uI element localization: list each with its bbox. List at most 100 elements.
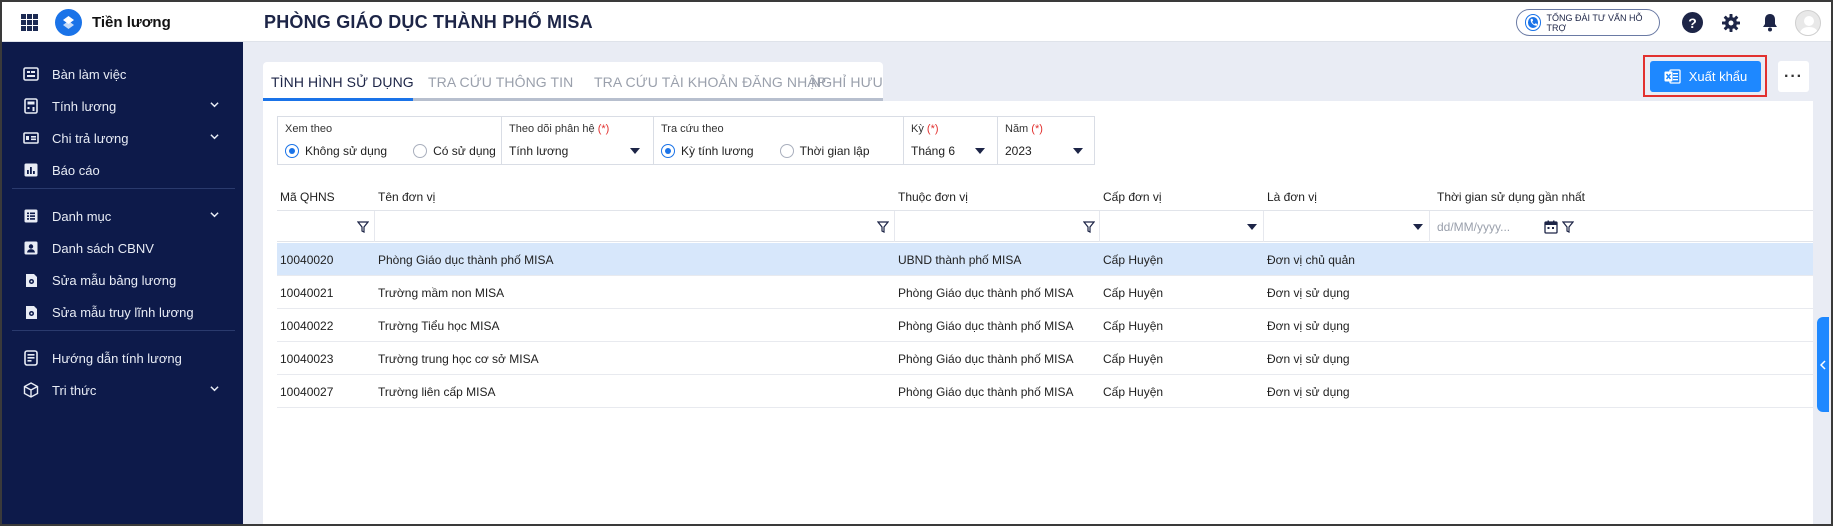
export-button[interactable]: Xuất khẩu	[1650, 61, 1761, 92]
chevron-down-icon	[210, 102, 219, 108]
sidebar-item-employee-list[interactable]: Danh sách CBNV	[2, 232, 243, 264]
cube-icon	[23, 382, 39, 398]
hotline-button[interactable]: TỔNG ĐÀI TƯ VẤN HỖ TRỢ	[1516, 9, 1660, 36]
sidebar-divider	[12, 330, 235, 331]
filter-cell-unit-name[interactable]	[375, 211, 895, 242]
cell-parent-unit: Phòng Giáo dục thành phố MISA	[898, 319, 1074, 333]
main-content: TÌNH HÌNH SỬ DỤNG TRA CỨU THÔNG TIN TRA …	[243, 42, 1831, 524]
funnel-icon[interactable]	[877, 221, 889, 233]
sidebar-item-label: Sửa mẫu truy lĩnh lương	[52, 304, 194, 320]
chevron-down-icon	[210, 212, 219, 218]
funnel-icon[interactable]	[357, 221, 369, 233]
sidebar-item-catalog[interactable]: Danh mục	[2, 200, 243, 232]
tab-login-account-lookup[interactable]: TRA CỨU TÀI KHOẢN ĐĂNG NHẬP	[594, 62, 826, 101]
sidebar-item-knowledge[interactable]: Tri thức	[2, 374, 243, 406]
sidebar-item-salary-payment[interactable]: Chi trả lương	[2, 122, 243, 154]
cell-unit-type: Đơn vị sử dụng	[1267, 286, 1350, 300]
filter-module[interactable]: Theo dõi phân hệ (*) Tính lương	[502, 117, 654, 164]
radio-circle	[779, 144, 794, 158]
cell-code: 10040023	[280, 352, 334, 366]
cell-unit-level: Cấp Huyện	[1103, 352, 1164, 366]
column-header-code[interactable]: Mã QHNS	[280, 190, 335, 204]
tab-info-lookup[interactable]: TRA CỨU THÔNG TIN	[428, 62, 573, 101]
filter-period[interactable]: Kỳ (*) Tháng 6	[904, 117, 998, 164]
user-avatar[interactable]	[1795, 10, 1821, 36]
app-window: Tiền lương PHÒNG GIÁO DỤC THÀNH PHỐ MISA…	[0, 0, 1833, 526]
sidebar-item-label: Tri thức	[52, 382, 97, 398]
funnel-icon[interactable]	[1562, 221, 1574, 233]
sidebar-item-label: Hướng dẫn tính lương	[52, 350, 182, 366]
app-grid-icon[interactable]	[21, 14, 38, 31]
cell-parent-unit: Phòng Giáo dục thành phố MISA	[898, 286, 1074, 300]
cell-code: 10040021	[280, 286, 334, 300]
table-row[interactable]: 10040022 Trường Tiểu học MISA Phòng Giáo…	[277, 309, 1813, 342]
sidebar-item-desktop[interactable]: Bàn làm việc	[2, 58, 243, 90]
filter-cell-unit-level[interactable]	[1100, 211, 1264, 242]
radio-pay-period[interactable]: Kỳ tính lương	[661, 144, 754, 158]
filter-year[interactable]: Năm (*) 2023	[998, 117, 1094, 164]
filter-cell-code[interactable]	[277, 211, 375, 242]
sidebar-item-label: Báo cáo	[52, 162, 100, 178]
caret-down-icon	[1413, 224, 1423, 230]
sidebar-item-edit-payroll-template[interactable]: Sửa mẫu bảng lương	[2, 264, 243, 296]
column-header-unit-level[interactable]: Cấp đơn vị	[1103, 190, 1162, 204]
calculator-icon	[23, 98, 39, 114]
radio-used[interactable]: Có sử dụng	[413, 144, 496, 158]
lookup-by-radio-group: Kỳ tính lương Thời gian lập	[661, 144, 870, 158]
collapse-panel-handle[interactable]	[1817, 317, 1829, 412]
radio-created-time[interactable]: Thời gian lập	[779, 144, 870, 158]
filter-label: Tra cứu theo	[661, 123, 724, 135]
filter-cell-last-used[interactable]: dd/MM/yyyy...	[1430, 211, 1576, 242]
list-icon	[23, 208, 39, 224]
gear-icon[interactable]	[1720, 12, 1741, 33]
calendar-icon[interactable]	[1544, 220, 1558, 234]
tab-retirement[interactable]: NGHỈ HƯU	[811, 62, 883, 101]
cell-code: 10040022	[280, 319, 334, 333]
cell-code: 10040027	[280, 385, 334, 399]
table-row[interactable]: 10040020 Phòng Giáo dục thành phố MISA U…	[277, 243, 1813, 276]
column-header-last-used[interactable]: Thời gian sử dụng gần nhất	[1437, 190, 1585, 204]
template-icon	[23, 272, 39, 288]
filter-cell-unit-type[interactable]	[1264, 211, 1430, 242]
filter-label: Theo dõi phân hệ (*)	[509, 123, 646, 135]
template-icon	[23, 304, 39, 320]
sidebar-item-payroll[interactable]: Tính lương	[2, 90, 243, 122]
chevron-down-icon	[210, 386, 219, 392]
more-options-button[interactable]: ···	[1778, 61, 1809, 92]
table-row[interactable]: 10040021 Trường mầm non MISA Phòng Giáo …	[277, 276, 1813, 309]
filter-label-text: Năm	[1005, 123, 1029, 135]
radio-circle	[661, 144, 675, 158]
caret-down-icon	[1247, 224, 1257, 230]
radio-label: Kỳ tính lương	[681, 144, 754, 158]
cell-unit-name: Trường trung học cơ sở MISA	[378, 352, 539, 366]
cell-unit-level: Cấp Huyện	[1103, 286, 1164, 300]
sidebar-item-label: Tính lương	[52, 98, 117, 114]
radio-circle	[413, 144, 428, 158]
radio-not-used[interactable]: Không sử dụng	[285, 144, 387, 158]
tab-usage-status[interactable]: TÌNH HÌNH SỬ DỤNG	[271, 62, 414, 101]
employee-card-icon	[23, 240, 39, 256]
sidebar-item-label: Sửa mẫu bảng lương	[52, 272, 177, 288]
organization-title: PHÒNG GIÁO DỤC THÀNH PHỐ MISA	[264, 12, 593, 32]
radio-label: Có sử dụng	[433, 144, 496, 158]
funnel-icon[interactable]	[1083, 221, 1095, 233]
table-row[interactable]: 10040027 Trường liên cấp MISA Phòng Giáo…	[277, 375, 1813, 408]
bell-icon[interactable]	[1759, 12, 1780, 33]
sidebar-divider	[12, 188, 235, 189]
cell-unit-level: Cấp Huyện	[1103, 319, 1164, 333]
table-row[interactable]: 10040023 Trường trung học cơ sở MISA Phò…	[277, 342, 1813, 375]
sidebar-item-reports[interactable]: Báo cáo	[2, 154, 243, 186]
filter-lookup-by: Tra cứu theo Kỳ tính lương Thời gian lập	[654, 117, 904, 164]
more-icon: ···	[1784, 67, 1803, 85]
misa-logo-icon	[55, 9, 82, 36]
help-glyph: ?	[1688, 14, 1697, 31]
filter-cell-parent-unit[interactable]	[895, 211, 1100, 242]
sidebar-item-payroll-guide[interactable]: Hướng dẫn tính lương	[2, 342, 243, 374]
column-header-unit-name[interactable]: Tên đơn vị	[378, 190, 435, 204]
column-header-unit-type[interactable]: Là đơn vị	[1267, 190, 1317, 204]
sidebar-item-edit-backpay-template[interactable]: Sửa mẫu truy lĩnh lương	[2, 296, 243, 328]
help-icon[interactable]: ?	[1682, 12, 1703, 33]
column-header-parent-unit[interactable]: Thuộc đơn vị	[898, 190, 968, 204]
cell-unit-name: Trường liên cấp MISA	[378, 385, 496, 399]
cell-unit-type: Đơn vị sử dụng	[1267, 352, 1350, 366]
